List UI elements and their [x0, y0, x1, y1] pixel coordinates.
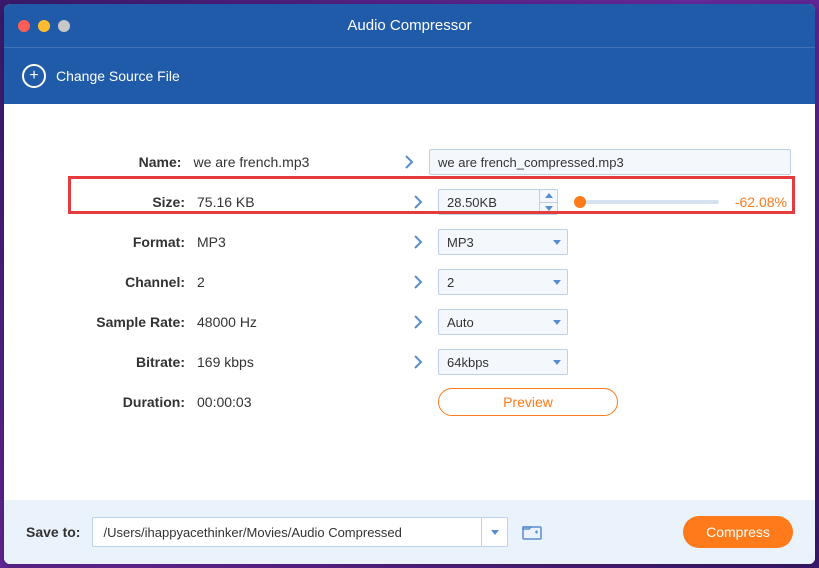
label-channel: Channel: [28, 274, 193, 290]
original-sample-rate: 48000 Hz [193, 314, 398, 330]
chevron-down-icon [547, 270, 567, 294]
compress-button[interactable]: Compress [683, 516, 793, 548]
sample-rate-select-value: Auto [439, 310, 547, 334]
chevron-down-icon [547, 350, 567, 374]
open-folder-button[interactable] [520, 520, 544, 544]
row-format: Format: MP3 MP3 [28, 222, 791, 262]
sample-rate-select[interactable]: Auto [438, 309, 568, 335]
size-step-up-button[interactable] [540, 190, 557, 202]
minimize-icon[interactable] [38, 20, 50, 32]
window-title: Audio Compressor [4, 17, 815, 34]
chevron-down-icon [547, 310, 567, 334]
chevron-down-icon [547, 230, 567, 254]
arrow-icon [398, 315, 438, 329]
save-path-control [92, 517, 508, 547]
arrow-icon [398, 355, 438, 369]
slider-thumb[interactable] [574, 196, 586, 208]
label-sample-rate: Sample Rate: [28, 314, 193, 330]
size-step-down-button[interactable] [540, 202, 557, 215]
preview-button[interactable]: Preview [438, 388, 618, 416]
format-select[interactable]: MP3 [438, 229, 568, 255]
footer: Save to: Compress [4, 500, 815, 564]
label-bitrate: Bitrate: [28, 354, 193, 370]
original-size: 75.16 KB [193, 194, 398, 210]
target-size-spinner[interactable]: 28.50KB [438, 189, 558, 215]
original-duration: 00:00:03 [193, 394, 398, 410]
original-format: MP3 [193, 234, 398, 250]
save-path-dropdown-button[interactable] [482, 517, 508, 547]
original-channel: 2 [193, 274, 398, 290]
plus-icon: + [22, 64, 46, 88]
original-name: we are french.mp3 [189, 154, 389, 170]
content-area: Name: we are french.mp3 Size: 75.16 KB 2… [4, 104, 815, 500]
arrow-icon [398, 235, 438, 249]
row-size: Size: 75.16 KB 28.50KB -62.08% [28, 182, 791, 222]
folder-icon [522, 524, 542, 540]
close-icon[interactable] [18, 20, 30, 32]
arrow-icon [390, 155, 429, 169]
toolbar: + Change Source File [4, 48, 815, 104]
arrow-icon [398, 275, 438, 289]
row-name: Name: we are french.mp3 [28, 142, 791, 182]
label-size: Size: [28, 194, 193, 210]
channel-select[interactable]: 2 [438, 269, 568, 295]
change-source-button[interactable]: + Change Source File [22, 64, 180, 88]
original-bitrate: 169 kbps [193, 354, 398, 370]
change-source-label: Change Source File [56, 68, 180, 84]
arrow-icon [398, 195, 438, 209]
bitrate-select-value: 64kbps [439, 350, 547, 374]
save-to-label: Save to: [26, 524, 80, 540]
size-slider[interactable] [578, 200, 719, 204]
format-select-value: MP3 [439, 230, 547, 254]
output-name-input[interactable] [429, 149, 791, 175]
window-controls [18, 20, 70, 32]
label-duration: Duration: [28, 394, 193, 410]
maximize-icon[interactable] [58, 20, 70, 32]
save-path-input[interactable] [92, 517, 482, 547]
bitrate-select[interactable]: 64kbps [438, 349, 568, 375]
label-format: Format: [28, 234, 193, 250]
label-name: Name: [28, 154, 189, 170]
channel-select-value: 2 [439, 270, 547, 294]
app-window: Audio Compressor + Change Source File Na… [4, 4, 815, 564]
titlebar: Audio Compressor [4, 4, 815, 48]
row-duration: Duration: 00:00:03 Preview [28, 382, 791, 422]
size-reduction-percent: -62.08% [735, 194, 791, 210]
target-size-value: 28.50KB [439, 190, 539, 214]
row-sample-rate: Sample Rate: 48000 Hz Auto [28, 302, 791, 342]
row-bitrate: Bitrate: 169 kbps 64kbps [28, 342, 791, 382]
row-channel: Channel: 2 2 [28, 262, 791, 302]
